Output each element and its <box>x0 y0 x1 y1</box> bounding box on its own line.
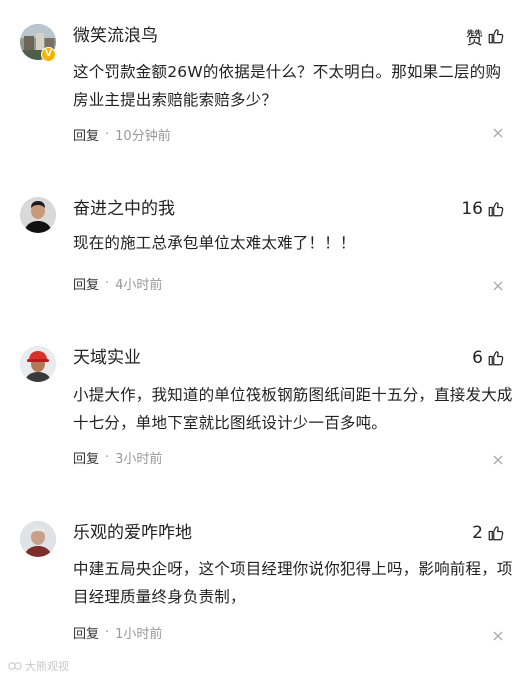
thumbs-up-icon <box>488 29 504 44</box>
watermark: 大熊观视 <box>8 658 69 674</box>
username[interactable]: 天域实业 <box>73 346 141 370</box>
separator: · <box>105 450 110 465</box>
like-count: 16 <box>461 199 483 219</box>
red-helmet-worker-avatar-icon <box>20 346 56 382</box>
comment-meta: 回复 · 10分钟前 <box>73 125 171 144</box>
reply-button[interactable]: 回复 <box>73 623 99 642</box>
close-icon[interactable] <box>493 128 503 138</box>
like-count: 6 <box>472 348 483 368</box>
verified-badge: V <box>41 47 56 62</box>
thumbs-up-icon <box>488 351 504 366</box>
separator: · <box>105 276 110 291</box>
elderly-man-avatar-icon <box>20 521 56 557</box>
avatar[interactable] <box>20 197 56 233</box>
watermark-text: 大熊观视 <box>25 660 69 673</box>
like-button[interactable]: 16 <box>461 197 505 221</box>
username[interactable]: 微笑流浪鸟 <box>73 24 158 48</box>
avatar[interactable] <box>20 346 56 382</box>
comment-text: 现在的施工总承包单位太难太难了！！！ <box>73 234 356 252</box>
like-count: 2 <box>472 523 483 543</box>
comment-text: 中建五局央企呀，这个项目经理你说你犯得上吗，影响前程，项目经理质量终身负责制， <box>73 560 513 606</box>
timestamp: 3小时前 <box>115 452 163 467</box>
like-button[interactable]: 2 <box>472 521 505 545</box>
username[interactable]: 奋进之中的我 <box>73 197 175 221</box>
thumbs-up-icon <box>488 526 504 541</box>
like-count: 赞 <box>466 28 483 49</box>
separator: · <box>105 127 110 142</box>
close-icon[interactable] <box>493 631 503 641</box>
comment-meta: 回复 · 3小时前 <box>73 448 162 467</box>
timestamp: 1小时前 <box>115 627 163 642</box>
comment-meta: 回复 · 4小时前 <box>73 274 162 293</box>
like-button[interactable]: 6 <box>472 346 505 370</box>
close-icon[interactable] <box>493 281 503 291</box>
username[interactable]: 乐观的爱咋咋地 <box>73 521 192 545</box>
like-button[interactable]: 赞 <box>466 24 505 49</box>
timestamp: 10分钟前 <box>115 129 171 144</box>
reply-button[interactable]: 回复 <box>73 448 99 467</box>
reply-button[interactable]: 回复 <box>73 125 99 144</box>
timestamp: 4小时前 <box>115 278 163 293</box>
close-icon[interactable] <box>493 455 503 465</box>
avatar[interactable] <box>20 521 56 557</box>
comment-text: 这个罚款金额26W的依据是什么？不太明白。那如果二层的购房业主提出索赔能索赔多少… <box>73 63 502 109</box>
man-portrait-avatar-icon <box>20 197 56 233</box>
comment-meta: 回复 · 1小时前 <box>73 623 162 642</box>
watermark-logo-icon <box>8 662 22 670</box>
separator: · <box>105 625 110 640</box>
reply-button[interactable]: 回复 <box>73 274 99 293</box>
comment-text: 小提大作，我知道的单位筏板钢筋图纸间距十五分，直接发大成十七分，单地下室就比图纸… <box>73 386 513 432</box>
thumbs-up-icon <box>488 202 504 217</box>
